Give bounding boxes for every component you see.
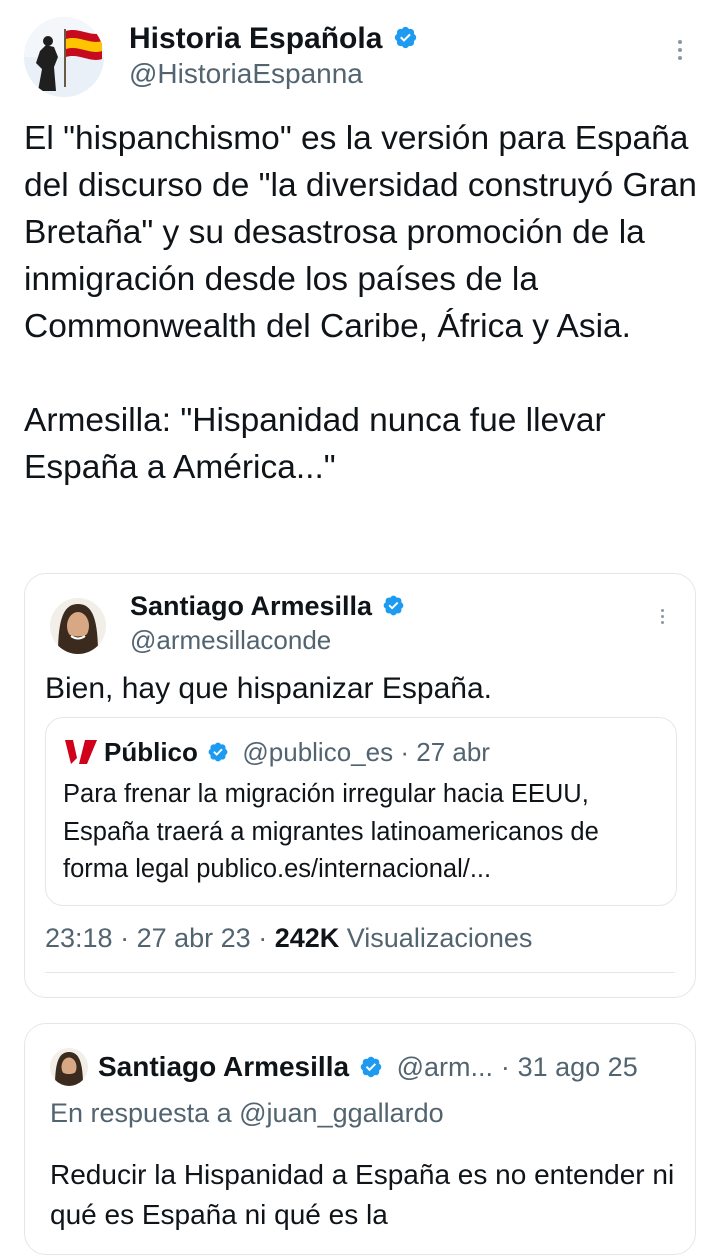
reply-tweet-text: Reducir la Hispanidad a España es no ent… [50, 1159, 675, 1230]
views-count: 242K [274, 923, 340, 953]
tweet-date[interactable]: 27 abr 23 [137, 923, 251, 953]
reply-author-handle[interactable]: @arm... [397, 1052, 493, 1082]
divider [45, 972, 675, 973]
verified-badge-icon [360, 1056, 382, 1077]
separator-dot: · [400, 737, 409, 767]
publico-logo-icon [63, 736, 99, 768]
reply-to-label[interactable]: En respuesta a @juan_ggallardo [50, 1095, 444, 1131]
author-name[interactable]: Historia Española [129, 22, 382, 55]
reply-author-name[interactable]: Santiago Armesilla [98, 1051, 349, 1082]
nested-source-handle[interactable]: @publico_es [242, 737, 393, 767]
nested-source-name[interactable]: Público [104, 737, 198, 767]
more-vertical-icon[interactable] [661, 606, 664, 627]
quoted-author-name[interactable]: Santiago Armesilla [130, 591, 372, 621]
quoted-author-handle[interactable]: @armesillaconde [130, 623, 331, 657]
author-handle[interactable]: @HistoriaEspanna [129, 56, 363, 92]
nested-quote-text: Para frenar la migración irregular hacia… [63, 780, 599, 883]
tweet-time[interactable]: 23:18 [45, 923, 113, 953]
nested-date[interactable]: 27 abr [416, 737, 490, 767]
separator-dot: · [500, 1052, 510, 1082]
reply-date[interactable]: 31 ago 25 [518, 1052, 638, 1082]
quoted-tweet-meta: 23:18 · 27 abr 23 · 242K Visualizaciones [45, 923, 533, 953]
armesilla-avatar[interactable] [50, 598, 106, 654]
tweet-paragraph-2: Armesilla: "Hispanidad nunca fue llevar … [24, 402, 606, 486]
historia-espanola-avatar[interactable] [24, 17, 104, 97]
quoted-tweet-text: Bien, hay que hispanizar España. [45, 672, 492, 705]
verified-badge-icon [383, 596, 403, 616]
more-vertical-icon[interactable] [678, 36, 682, 64]
verified-badge-icon [394, 26, 416, 49]
tweet-text: El "hispanchismo" es la versión para Esp… [24, 115, 704, 491]
armesilla-avatar[interactable] [50, 1048, 88, 1086]
views-label: Visualizaciones [346, 923, 533, 953]
tweet-paragraph-1: El "hispanchismo" es la versión para Esp… [24, 120, 697, 345]
verified-badge-icon [208, 742, 228, 762]
